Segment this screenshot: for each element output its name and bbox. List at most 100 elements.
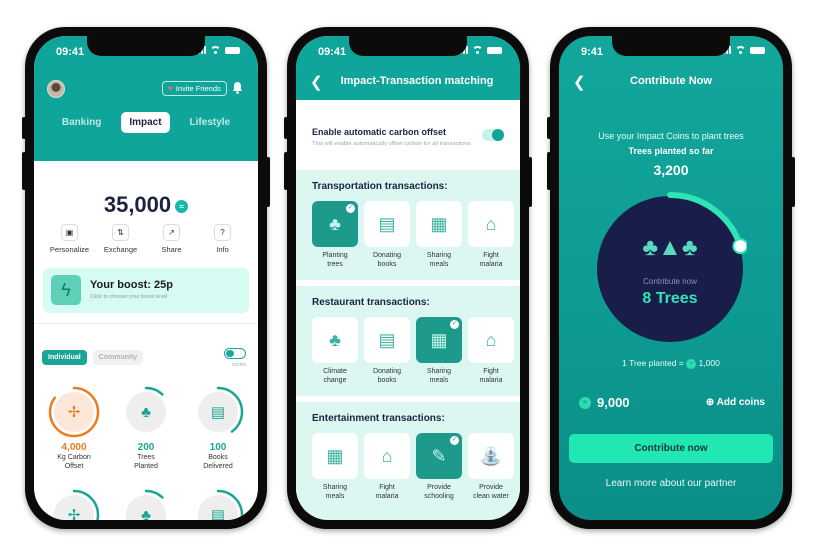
- impact-tile[interactable]: ▤ Donating books: [364, 201, 410, 269]
- tile-label: Climate change: [323, 368, 347, 384]
- books-icon: ▤: [364, 201, 410, 247]
- meal-bag-icon: ▦ ✓: [416, 317, 462, 363]
- trees-icon: ♣: [312, 317, 358, 363]
- impact-stat[interactable]: ♣ 200 Trees Planted: [110, 386, 182, 471]
- books-icon: ▤: [198, 392, 238, 432]
- tile-label: Fight malaria: [479, 368, 503, 384]
- rate-value: 1,000: [698, 358, 720, 368]
- check-icon: ✓: [346, 204, 355, 213]
- meal-bag-icon: ▦: [416, 201, 462, 247]
- phone-contribute-now: 9:41 ❮ Contribute Now Use your Impact Co…: [547, 27, 795, 529]
- divider: [34, 323, 258, 324]
- stat-progress-ring: ▤: [192, 489, 244, 520]
- impact-stat[interactable]: ✢: [38, 489, 110, 520]
- tab-impact[interactable]: Impact: [121, 112, 170, 133]
- impact-coin-icon: ≈: [579, 396, 591, 409]
- tile-label: Donating books: [372, 368, 402, 384]
- tile-label: Sharing meals: [426, 252, 452, 268]
- stat-label: Trees Planted: [134, 454, 158, 470]
- segment-community[interactable]: Community: [92, 350, 144, 365]
- info-icon: ?: [214, 224, 231, 241]
- wifi-icon: [472, 46, 483, 54]
- impact-stat[interactable]: ♣: [110, 489, 182, 520]
- impact-tile[interactable]: ▦ ✓ Sharing meals: [416, 317, 462, 385]
- impact-tile[interactable]: ▤ Donating books: [364, 317, 410, 385]
- section-title: Entertainment transactions:: [312, 413, 445, 424]
- page-title: Impact-Transaction matching: [340, 75, 494, 87]
- stat-progress-ring: ▤: [192, 386, 244, 438]
- status-time: 09:41: [318, 46, 347, 58]
- tent-icon: ⌂: [468, 317, 514, 363]
- boost-card[interactable]: ϟ Your boost: 25p Click to choose your b…: [43, 268, 249, 313]
- tree-amount-dial[interactable]: ♣▲♣ Contribute now 8 Trees: [597, 192, 747, 342]
- scope-segmented-control: Individual Community: [42, 350, 144, 365]
- planted-label: Trees planted so far: [628, 146, 714, 156]
- offset-subtitle: This will enable automatically offset ca…: [312, 141, 471, 147]
- status-time: 09:41: [56, 46, 85, 58]
- boost-title: Your boost: 25p: [90, 279, 173, 291]
- notch: [87, 36, 205, 56]
- impact-tile[interactable]: ⌂ Fight malaria: [364, 433, 410, 501]
- partner-link[interactable]: Learn more about our partner: [559, 478, 783, 489]
- segment-individual[interactable]: Individual: [42, 350, 87, 365]
- dial-amount: 8 Trees: [642, 290, 698, 307]
- invite-friends-button[interactable]: ♥ Invite Friends: [162, 81, 227, 96]
- contribute-now-button[interactable]: Contribute now: [569, 434, 773, 463]
- impact-tile[interactable]: ✎ ✓ Provide schooling: [416, 433, 462, 501]
- tile-label: Sharing meals: [322, 484, 348, 500]
- avatar[interactable]: [47, 80, 65, 98]
- lightning-bolt-icon: ϟ: [51, 275, 81, 305]
- impact-tile[interactable]: ♣ ✓ Planting trees: [312, 201, 358, 269]
- transaction-section: Transportation transactions: ♣ ✓ Planting…: [296, 170, 520, 280]
- impact-tile[interactable]: ⌂ Fight malaria: [468, 201, 514, 269]
- info-button[interactable]: ? Info: [200, 224, 246, 254]
- impact-stat[interactable]: ▤: [182, 489, 254, 520]
- impact-stat[interactable]: ✢ 4,000 Kg Carbon Offset: [38, 386, 110, 471]
- top-tabs: Banking Impact Lifestyle: [34, 112, 258, 133]
- circles-toggle[interactable]: [224, 348, 246, 359]
- impact-tile[interactable]: ♣ Climate change: [312, 317, 358, 385]
- impact-tile[interactable]: ▦ Sharing meals: [312, 433, 358, 501]
- exchange-rate: 1 Tree planted = ≈ 1,000: [559, 358, 783, 369]
- wallet-value: 9,000: [597, 395, 630, 410]
- personalize-button[interactable]: ▣ Personalize: [47, 224, 93, 254]
- tile-label: Donating books: [372, 252, 402, 268]
- screen: 09:41 ❮ Impact-Transaction matching Enab…: [296, 36, 520, 520]
- auto-offset-toggle[interactable]: [482, 129, 504, 141]
- wind-turbine-icon: ✢: [54, 392, 94, 432]
- transaction-section: Entertainment transactions: ▦ Sharing mea…: [296, 402, 520, 512]
- trees-icon: ♣: [126, 392, 166, 432]
- wallet-balance: ≈9,000: [579, 395, 630, 410]
- circles-toggle-label: circles: [231, 362, 246, 368]
- share-button[interactable]: ↗ Share: [149, 224, 195, 254]
- impact-coin-icon: ≈: [686, 358, 697, 369]
- rate-prefix: 1 Tree planted =: [622, 358, 684, 368]
- impact-tile[interactable]: ▦ Sharing meals: [416, 201, 462, 269]
- tab-banking[interactable]: Banking: [54, 112, 109, 133]
- dial-caption: Contribute now: [643, 277, 697, 286]
- action-label: Exchange: [103, 245, 138, 254]
- intro-text: Use your Impact Coins to plant trees: [598, 131, 744, 141]
- action-label: Info: [216, 245, 229, 254]
- stat-progress-ring: ✢: [48, 386, 100, 438]
- bell-icon[interactable]: [232, 81, 243, 94]
- trees-icon: ♣ ✓: [312, 201, 358, 247]
- tile-label: Provide schooling: [424, 484, 454, 500]
- impact-tile[interactable]: ⌂ Fight malaria: [468, 317, 514, 385]
- tent-icon: ⌂: [468, 201, 514, 247]
- meal-bag-icon: ▦: [312, 433, 358, 479]
- tab-lifestyle[interactable]: Lifestyle: [182, 112, 239, 133]
- plus-circle-icon: ⊕: [705, 397, 715, 408]
- impact-tile[interactable]: ⛲ Provide clean water: [468, 433, 514, 501]
- tile-label: Planting trees: [322, 252, 348, 268]
- phone-banking-impact: 09:41 ♥ Invite Friends Banking Impact Lif…: [22, 27, 270, 529]
- tile-label: Fight malaria: [375, 484, 399, 500]
- stat-label: Books Delivered: [203, 454, 233, 470]
- impact-stat[interactable]: ▤ 100 Books Delivered: [182, 386, 254, 471]
- stat-value: 4,000: [61, 442, 87, 453]
- battery-icon: [225, 46, 240, 54]
- personalize-icon: ▣: [61, 224, 78, 241]
- exchange-button[interactable]: ⇅ Exchange: [98, 224, 144, 254]
- add-coins-button[interactable]: ⊕ Add coins: [706, 397, 765, 408]
- transaction-section: Restaurant transactions: ♣ Climate change…: [296, 286, 520, 396]
